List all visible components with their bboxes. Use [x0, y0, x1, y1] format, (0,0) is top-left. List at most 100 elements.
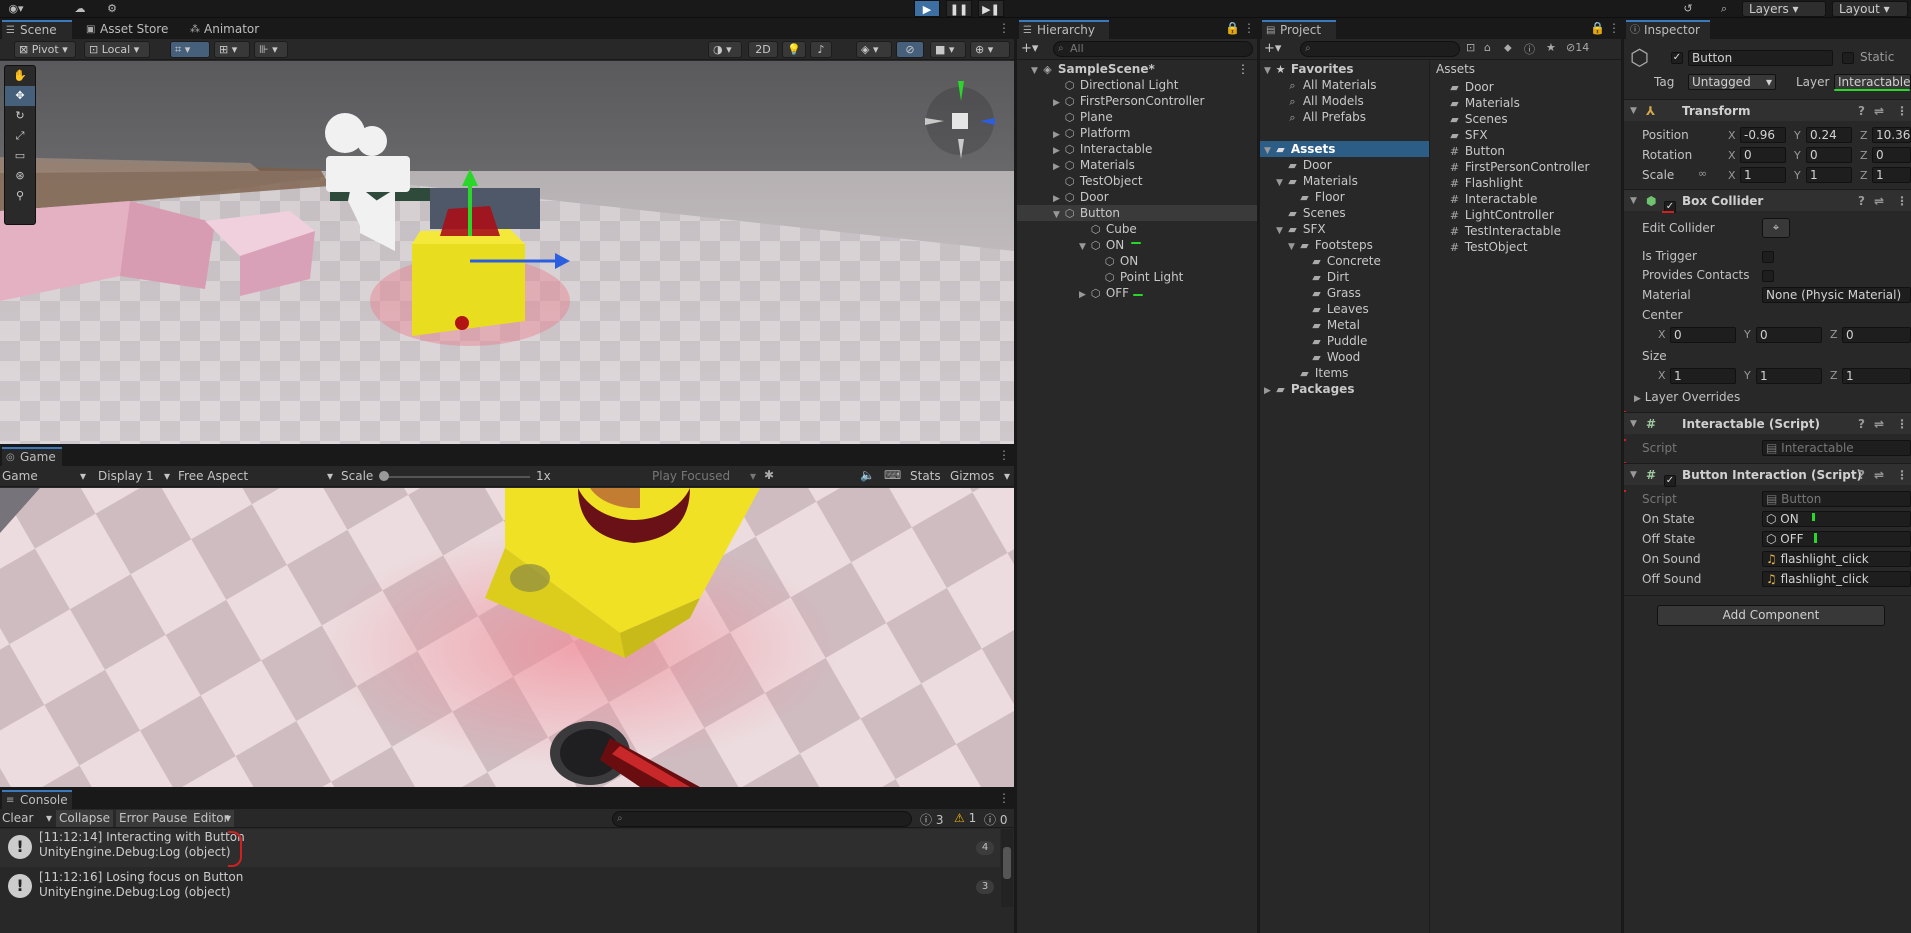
- folder-item[interactable]: ▰ Dirt: [1260, 269, 1429, 285]
- console-scroll-thumb[interactable]: [1003, 847, 1011, 879]
- folder-item[interactable]: ▰ Grass: [1260, 285, 1429, 301]
- preset-icon[interactable]: ⇌: [1874, 413, 1884, 435]
- hierarchy-item[interactable]: ▶ ⬡ Platform: [1017, 125, 1257, 141]
- tab-hierarchy[interactable]: ☰ Hierarchy: [1019, 20, 1109, 39]
- aspect-dropdown[interactable]: Free Aspect ▾: [178, 469, 333, 483]
- position-x-field[interactable]: -0.96: [1740, 127, 1786, 143]
- assets-folder-selected[interactable]: ▼ ▰ Assets: [1260, 141, 1429, 157]
- hand-tool-icon[interactable]: ✋: [5, 66, 35, 86]
- scale-tool-icon[interactable]: ⤢: [5, 126, 35, 146]
- camera-button[interactable]: ■ ▾: [930, 41, 966, 58]
- tag-dropdown[interactable]: Untagged ▾: [1688, 74, 1776, 90]
- rotation-y-field[interactable]: 0: [1806, 147, 1852, 163]
- hierarchy-menu-icon[interactable]: ⋮: [1243, 21, 1255, 35]
- 2d-toggle[interactable]: 2D: [748, 41, 778, 58]
- center-x-field[interactable]: 0: [1670, 327, 1736, 343]
- info-filter-button[interactable]: ⓘ 3: [920, 811, 943, 828]
- console-menu-icon[interactable]: ⋮: [998, 791, 1010, 805]
- size-y-field[interactable]: 1: [1756, 368, 1822, 384]
- folder-item[interactable]: ▰ Wood: [1260, 349, 1429, 365]
- project-lock-icon[interactable]: 🔒: [1590, 21, 1605, 35]
- on-sound-field[interactable]: ♫ flashlight_click: [1762, 551, 1911, 567]
- is-trigger-checkbox[interactable]: [1762, 250, 1774, 263]
- error-filter-button[interactable]: ⓘ 0: [984, 811, 1007, 828]
- scene-row[interactable]: ▼ ◈ SampleScene* ⋮: [1017, 61, 1257, 77]
- bug-icon[interactable]: ✱: [764, 468, 774, 482]
- favorites-row[interactable]: ▼ ★ Favorites: [1260, 61, 1429, 77]
- project-search-input[interactable]: ⌕: [1300, 41, 1460, 57]
- folder-item[interactable]: ▰ Items: [1260, 365, 1429, 381]
- tab-project[interactable]: ▤ Project: [1262, 20, 1336, 39]
- asset-item[interactable]: # Interactable: [1432, 191, 1621, 207]
- help-icon[interactable]: ?: [1858, 100, 1865, 122]
- preset-icon[interactable]: ⇌: [1874, 100, 1884, 122]
- hierarchy-item[interactable]: ▶ ⬡ Door: [1017, 189, 1257, 205]
- asset-item[interactable]: # TestInteractable: [1432, 223, 1621, 239]
- rotate-tool-icon[interactable]: ↻: [5, 106, 35, 126]
- console-search-input[interactable]: ⌕: [612, 811, 912, 827]
- scale-x-field[interactable]: 1: [1740, 167, 1786, 183]
- folder-item[interactable]: ▰ Puddle: [1260, 333, 1429, 349]
- off-sound-field[interactable]: ♫ flashlight_click: [1762, 571, 1911, 587]
- shortcuts-icon[interactable]: ⌨: [884, 468, 901, 482]
- tab-scene[interactable]: ☰ Scene: [2, 20, 72, 39]
- game-view-dropdown[interactable]: Game ▾: [2, 469, 86, 483]
- hierarchy-lock-icon[interactable]: 🔒: [1225, 21, 1240, 35]
- help-icon[interactable]: ?: [1858, 413, 1865, 435]
- increment-snap-button[interactable]: ⊪ ▾: [254, 41, 288, 58]
- preset-icon[interactable]: ⇌: [1874, 190, 1884, 212]
- grid-snap-button[interactable]: ⌗ ▾: [170, 41, 210, 58]
- asset-item[interactable]: # FirstPersonController: [1432, 159, 1621, 175]
- center-z-field[interactable]: 0: [1842, 327, 1911, 343]
- play-button[interactable]: ▶: [914, 0, 940, 17]
- console-scrollbar[interactable]: [1001, 829, 1013, 907]
- folder-item[interactable]: ▼ ▰ Footsteps: [1260, 237, 1429, 253]
- hidden-packages-toggle[interactable]: ⊘14: [1566, 41, 1589, 54]
- asset-item[interactable]: # TestObject: [1432, 239, 1621, 255]
- clear-dropdown[interactable]: Clear ▾: [2, 811, 52, 825]
- hierarchy-item[interactable]: ▶ ⬡ FirstPersonController: [1017, 93, 1257, 109]
- layout-dropdown[interactable]: Layout ▾: [1832, 1, 1908, 17]
- scene-menu-icon[interactable]: ⋮: [1237, 61, 1249, 77]
- folder-item[interactable]: ▰ Metal: [1260, 317, 1429, 333]
- asset-item[interactable]: ▰ Scenes: [1432, 111, 1621, 127]
- size-x-field[interactable]: 1: [1670, 368, 1736, 384]
- gizmos-dropdown[interactable]: Gizmos ▾: [950, 469, 1010, 483]
- pivot-dropdown[interactable]: ⊠ Pivot ▾: [14, 41, 76, 58]
- button-interaction-enabled-checkbox[interactable]: ✓: [1664, 469, 1676, 491]
- static-checkbox[interactable]: [1842, 51, 1854, 64]
- search-by-type-icon[interactable]: ⊡: [1466, 41, 1475, 54]
- folder-item[interactable]: ▰ Concrete: [1260, 253, 1429, 269]
- tab-game[interactable]: ◎ Game: [2, 447, 62, 466]
- cloud-icon[interactable]: ☁: [70, 1, 90, 17]
- move-tool-icon[interactable]: ✥: [5, 86, 35, 106]
- component-menu-icon[interactable]: ⋮: [1896, 100, 1908, 122]
- active-checkbox[interactable]: ✓: [1671, 51, 1683, 64]
- settings-icon[interactable]: ⚙: [102, 1, 122, 17]
- grid-visibility-button[interactable]: ⊞ ▾: [214, 41, 250, 58]
- material-field[interactable]: None (Physic Material): [1762, 287, 1911, 303]
- hierarchy-item[interactable]: ⬡ Directional Light: [1017, 77, 1257, 93]
- layer-overrides-foldout[interactable]: ▶ Layer Overrides: [1634, 390, 1740, 404]
- folder-item[interactable]: ▰ Floor: [1260, 189, 1429, 205]
- log-icon[interactable]: ⓘ: [1524, 41, 1535, 57]
- tab-inspector[interactable]: ⓘ Inspector: [1626, 20, 1710, 39]
- tab-asset-store[interactable]: ▣ Asset Store: [82, 20, 182, 39]
- asset-item[interactable]: ▰ Door: [1432, 79, 1621, 95]
- scale-slider-thumb[interactable]: [379, 471, 389, 481]
- hierarchy-search-input[interactable]: ⌕ All: [1053, 41, 1253, 57]
- history-icon[interactable]: ↺: [1678, 1, 1698, 17]
- folder-item[interactable]: ▼ ▰ SFX: [1260, 221, 1429, 237]
- hierarchy-item[interactable]: ⬡ Point Light: [1017, 269, 1257, 285]
- packages-row[interactable]: ▶ ▰ Packages: [1260, 381, 1429, 397]
- component-menu-icon[interactable]: ⋮: [1896, 464, 1908, 486]
- help-icon[interactable]: ?: [1858, 464, 1865, 486]
- rotation-z-field[interactable]: 0: [1872, 147, 1911, 163]
- box-collider-header[interactable]: ▼ ⬢ ✓ Box Collider ? ⇌ ⋮: [1624, 189, 1911, 213]
- position-z-field[interactable]: 10.36: [1872, 127, 1911, 143]
- scale-link-icon[interactable]: ∞: [1698, 167, 1707, 180]
- search-by-label-icon[interactable]: ⌂: [1484, 41, 1491, 54]
- hierarchy-item[interactable]: ▶ ⬡ OFF: [1017, 285, 1257, 301]
- hidden-objects-toggle[interactable]: ⊘: [896, 41, 924, 58]
- scene-viewport[interactable]: ✋ ✥ ↻ ⤢ ▭ ⊛ ⚲: [0, 61, 1014, 444]
